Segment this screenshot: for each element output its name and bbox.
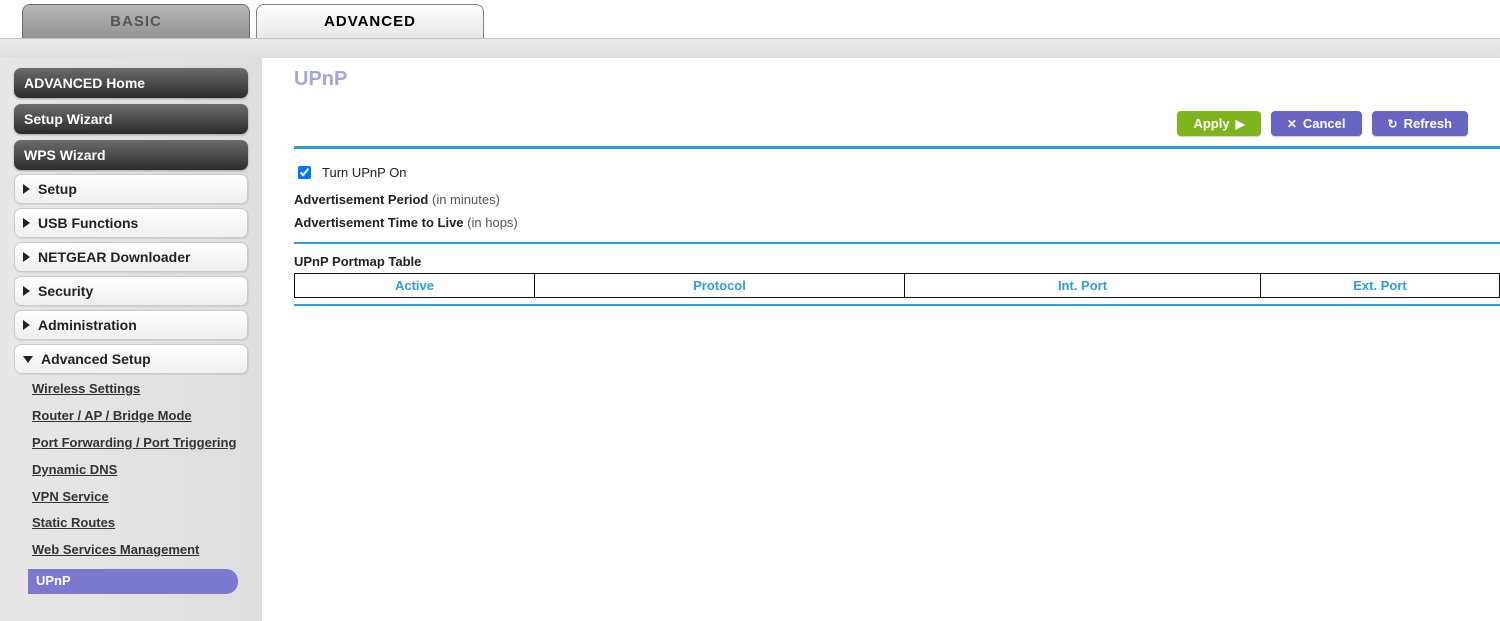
sidebar-cat-setup[interactable]: Setup	[14, 174, 248, 204]
sidebar-sub-router-mode[interactable]: Router / AP / Bridge Mode	[32, 403, 248, 430]
sidebar-sub-port-forwarding[interactable]: Port Forwarding / Port Triggering	[32, 430, 248, 457]
refresh-icon: ↻	[1388, 117, 1398, 131]
content-pane: UPnP Apply ▶ ✕ Cancel ↻ Refresh Turn UPn…	[262, 58, 1500, 334]
sidebar-item-setup-wizard[interactable]: Setup Wizard	[14, 104, 248, 134]
sidebar-cat-usb[interactable]: USB Functions	[14, 208, 248, 238]
sidebar-sub-web-services[interactable]: Web Services Management	[32, 537, 248, 564]
sidebar-cat-downloader[interactable]: NETGEAR Downloader	[14, 242, 248, 272]
col-protocol: Protocol	[535, 274, 905, 298]
sidebar-cat-label: Setup	[38, 181, 77, 197]
tab-basic[interactable]: BASIC	[22, 4, 250, 38]
sidebar-cat-advanced-setup[interactable]: Advanced Setup	[14, 344, 248, 374]
ad-ttl-hint: (in hops)	[467, 215, 518, 230]
sidebar-sub-vpn-service[interactable]: VPN Service	[32, 484, 248, 511]
apply-button[interactable]: Apply ▶	[1177, 111, 1260, 136]
sidebar-cat-security[interactable]: Security	[14, 276, 248, 306]
turn-upnp-on-label: Turn UPnP On	[322, 165, 407, 180]
play-icon: ▶	[1236, 117, 1245, 131]
divider	[294, 146, 1500, 149]
sidebar-sublist-advanced-setup: Wireless Settings Router / AP / Bridge M…	[14, 374, 248, 601]
portmap-table: Active Protocol Int. Port Ext. Port	[294, 273, 1500, 298]
top-tabs: BASIC ADVANCED	[0, 0, 1500, 38]
divider	[294, 304, 1500, 306]
action-row: Apply ▶ ✕ Cancel ↻ Refresh	[294, 97, 1500, 146]
divider	[294, 242, 1500, 244]
refresh-button-label: Refresh	[1404, 116, 1452, 131]
ad-period-hint: (in minutes)	[432, 192, 500, 207]
sidebar-sub-upnp[interactable]: UPnP	[32, 564, 248, 599]
sidebar-sub-dynamic-dns[interactable]: Dynamic DNS	[32, 457, 248, 484]
sidebar-cat-label: Administration	[38, 317, 137, 333]
cancel-button[interactable]: ✕ Cancel	[1271, 111, 1362, 136]
apply-button-label: Apply	[1193, 116, 1229, 131]
sidebar-cat-label: NETGEAR Downloader	[38, 249, 190, 265]
portmap-table-title: UPnP Portmap Table	[294, 252, 1500, 273]
col-ext-port: Ext. Port	[1261, 274, 1500, 298]
sidebar-item-advanced-home[interactable]: ADVANCED Home	[14, 68, 248, 98]
sidebar-sub-static-routes[interactable]: Static Routes	[32, 510, 248, 537]
sidebar-cat-label: Security	[38, 283, 93, 299]
turn-upnp-on-checkbox[interactable]	[298, 166, 311, 179]
ad-ttl-label: Advertisement Time to Live	[294, 215, 464, 230]
cancel-button-label: Cancel	[1303, 116, 1346, 131]
col-int-port: Int. Port	[905, 274, 1261, 298]
sidebar-cat-label: Advanced Setup	[41, 351, 151, 367]
sidebar-sub-upnp-label: UPnP	[28, 569, 238, 594]
sidebar: ADVANCED Home Setup Wizard WPS Wizard Se…	[0, 58, 262, 621]
page-title: UPnP	[294, 66, 1500, 97]
sidebar-sub-wireless-settings[interactable]: Wireless Settings	[32, 376, 248, 403]
tab-advanced[interactable]: ADVANCED	[256, 4, 484, 38]
sidebar-cat-administration[interactable]: Administration	[14, 310, 248, 340]
sidebar-item-wps-wizard[interactable]: WPS Wizard	[14, 140, 248, 170]
col-active: Active	[295, 274, 535, 298]
close-icon: ✕	[1287, 117, 1297, 131]
table-header-row: Active Protocol Int. Port Ext. Port	[295, 274, 1500, 298]
tabstrip-bar	[0, 38, 1500, 58]
refresh-button[interactable]: ↻ Refresh	[1372, 111, 1468, 136]
sidebar-cat-label: USB Functions	[38, 215, 138, 231]
ad-period-label: Advertisement Period	[294, 192, 428, 207]
